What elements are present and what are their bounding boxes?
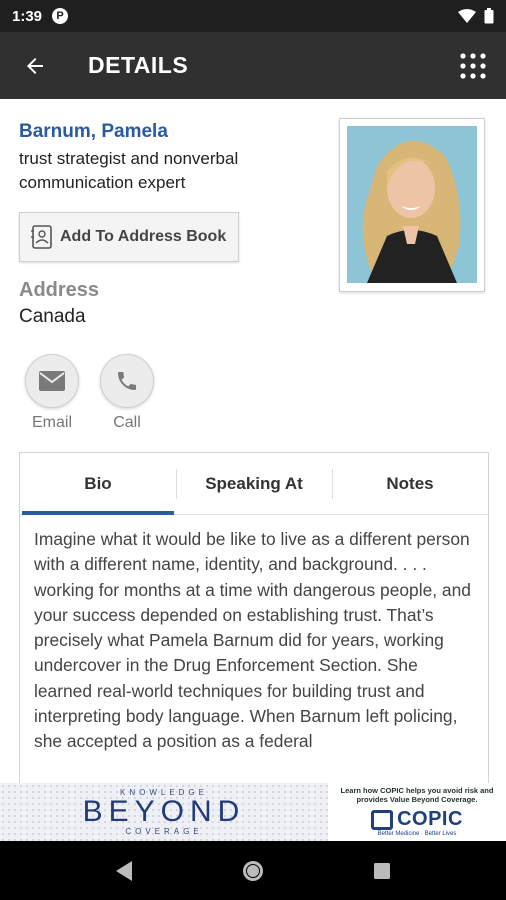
contact-card-icon: [31, 225, 52, 249]
speaker-name: Barnum, Pamela: [19, 121, 168, 142]
app-bar: DETAILS: [0, 32, 506, 99]
status-bar: 1:39 P: [0, 0, 506, 32]
nav-home-icon[interactable]: [241, 859, 265, 883]
grid-menu-icon: [460, 52, 486, 79]
ad-main-word: BEYOND: [82, 795, 246, 828]
tab-bio[interactable]: Bio: [20, 453, 176, 515]
ad-message: Learn how COPIC helps you avoid risk and…: [340, 786, 494, 804]
call-button[interactable]: [100, 354, 154, 408]
wifi-icon: [458, 9, 476, 23]
add-to-address-book-button[interactable]: Add To Address Book: [19, 212, 239, 262]
call-label: Call: [113, 414, 141, 431]
speaker-photo-frame: [339, 118, 485, 292]
speaker-role: trust strategist and nonverbal communica…: [19, 149, 239, 192]
tab-speaking-at[interactable]: Speaking At: [176, 453, 332, 514]
system-nav-bar: [0, 841, 506, 900]
details-content: Barnum, Pamela trust strategist and nonv…: [0, 99, 506, 792]
ad-bottom-word: COVERAGE: [125, 827, 203, 836]
add-to-address-book-label: Add To Address Book: [60, 228, 227, 245]
ad-right-panel: Learn how COPIC helps you avoid risk and…: [328, 783, 506, 841]
phone-icon: [118, 372, 136, 390]
ad-left-panel: KNOWLEDGE BEYOND COVERAGE: [0, 783, 328, 841]
nav-recents-icon[interactable]: [372, 861, 392, 881]
speaker-photo: [347, 126, 477, 283]
ad-brand-name: COPIC: [397, 808, 463, 830]
ad-banner[interactable]: KNOWLEDGE BEYOND COVERAGE Learn how COPI…: [0, 783, 506, 841]
address-label: Address: [19, 279, 100, 301]
email-label: Email: [31, 414, 72, 431]
status-time: 1:39: [12, 7, 43, 25]
battery-icon: [484, 8, 494, 24]
info-tabs-card: Bio Speaking At Notes Imagine what it wo…: [19, 452, 489, 792]
nav-back-icon[interactable]: [114, 860, 134, 882]
email-button[interactable]: [25, 354, 79, 408]
call-action[interactable]: Call: [99, 354, 155, 432]
copic-logo-icon: [371, 809, 394, 830]
apps-menu-button[interactable]: [440, 32, 506, 99]
app-notification-icon: P: [52, 8, 69, 24]
page-title: DETAILS: [88, 52, 189, 78]
address-value: Canada: [19, 306, 86, 327]
envelope-icon: [39, 371, 65, 391]
ad-tagline: Better Medicine · Better Lives: [377, 831, 457, 837]
back-button[interactable]: [0, 32, 70, 99]
email-action[interactable]: Email: [24, 354, 80, 432]
ad-brand: COPIC: [334, 808, 500, 831]
arrow-back-icon: [27, 57, 43, 74]
tab-bar: Bio Speaking At Notes: [20, 453, 488, 515]
tab-notes[interactable]: Notes: [332, 453, 488, 514]
bio-text: Imagine what it would be like to live as…: [34, 529, 471, 752]
